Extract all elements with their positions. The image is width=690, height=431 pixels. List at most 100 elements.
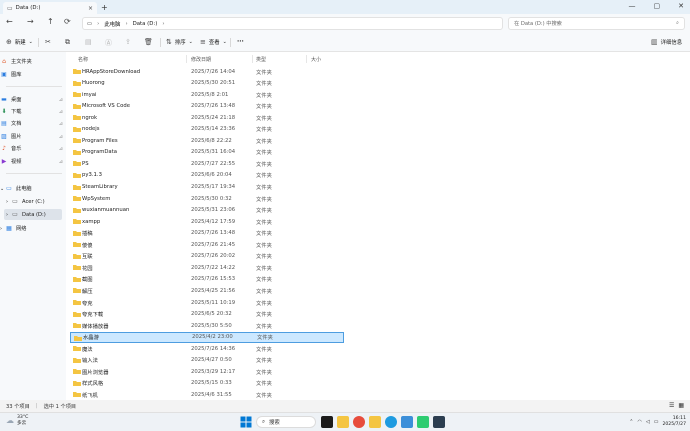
file-row[interactable]: 夸克 2025/5/11 10:19 文件夹 <box>70 297 344 308</box>
file-row[interactable]: wuxianmuannuan 2025/5/31 23:06 文件夹 <box>70 205 344 216</box>
app-icon[interactable] <box>353 416 365 428</box>
new-button[interactable]: ⊕ 新建 ⌄ <box>6 38 33 46</box>
file-row[interactable]: 截图 2025/7/26 15:53 文件夹 <box>70 274 344 285</box>
search-input[interactable]: 在 Data (D:) 中搜索 ⌕ <box>508 17 685 30</box>
new-label: 新建 <box>14 40 26 46</box>
file-row[interactable]: xampp 2025/4/12 17:59 文件夹 <box>70 216 344 227</box>
file-row[interactable]: py3.1.3 2025/6/6 20:04 文件夹 <box>70 170 344 181</box>
sidebar-item-downloads[interactable]: ⬇ 下载 ⊿ <box>0 106 66 117</box>
sidebar-item-desktop[interactable]: ▬ 桌面 ⊿ <box>0 94 66 105</box>
file-row[interactable]: 傻傻 2025/7/26 21:45 文件夹 <box>70 239 344 250</box>
refresh-icon[interactable]: ⟳ <box>64 17 71 26</box>
file-row[interactable]: ngrok 2025/5/24 21:18 文件夹 <box>70 112 344 123</box>
tab-data-drive[interactable]: ▭ Data (D:) × <box>3 2 97 14</box>
start-button[interactable] <box>240 416 252 428</box>
file-row[interactable]: PS 2025/7/27 22:55 文件夹 <box>70 158 344 169</box>
copy-button[interactable]: ⧉ <box>65 38 70 47</box>
address-bar[interactable]: ▭ › 此电脑 › Data (D:) › <box>82 17 503 30</box>
paste-button[interactable]: ▤ <box>85 38 92 46</box>
file-row[interactable]: 图片浏览器 2025/3/29 12:17 文件夹 <box>70 366 344 377</box>
sidebar-item-gallery[interactable]: ▣ 图库 <box>0 69 66 80</box>
file-row[interactable]: 样式风格 2025/5/15 0:33 文件夹 <box>70 378 344 389</box>
sidebar-item-data-drive[interactable]: › ▭ Data (D:) <box>4 209 62 220</box>
file-name: nodejs <box>82 126 100 133</box>
tab-close-icon[interactable]: × <box>88 5 93 12</box>
column-header-date[interactable]: 修改日期 <box>191 54 211 64</box>
file-row[interactable]: 媒体播放器 2025/5/30 5:50 文件夹 <box>70 320 344 331</box>
more-button[interactable]: ··· <box>237 38 244 45</box>
column-header-type[interactable]: 类型 <box>256 54 266 64</box>
clock[interactable]: 16:11 2025/7/27 <box>662 416 686 427</box>
share-button[interactable]: ⇪ <box>125 38 131 46</box>
file-date: 2025/3/29 12:17 <box>191 368 236 375</box>
up-arrow-icon[interactable]: ↑ <box>47 17 54 26</box>
app-icon[interactable] <box>401 416 413 428</box>
weather-widget[interactable]: ☁ 33°C 多云 <box>6 415 28 426</box>
app-icon[interactable] <box>433 416 445 428</box>
minimize-button[interactable]: — <box>629 2 636 10</box>
wifi-icon[interactable]: ◠ <box>637 419 641 425</box>
app-icon[interactable] <box>321 416 333 428</box>
file-row[interactable]: 插稿 2025/7/26 13:48 文件夹 <box>70 228 344 239</box>
forward-arrow-icon[interactable]: → <box>27 17 34 26</box>
file-row[interactable]: 夸克下载 2025/6/5 20:32 文件夹 <box>70 309 344 320</box>
rename-button[interactable]: Ⓐ <box>105 38 112 48</box>
sidebar-item-pictures[interactable]: ▨ 图片 ⊿ <box>0 131 66 142</box>
file-row[interactable]: 水晶游 2025/4/2 23:00 文件夹 <box>70 331 344 343</box>
file-row[interactable]: 解压 2025/4/25 21:56 文件夹 <box>70 285 344 296</box>
file-row[interactable]: Microsoft VS Code 2025/7/26 13:48 文件夹 <box>70 101 344 112</box>
file-type: 文件夹 <box>256 161 272 168</box>
edge-icon[interactable] <box>385 416 397 428</box>
file-row[interactable]: imyai 2025/5/8 2:01 文件夹 <box>70 89 344 100</box>
column-header-size[interactable]: 大小 <box>311 54 321 64</box>
sidebar-item-home[interactable]: ⌂ 主文件夹 <box>0 56 66 67</box>
breadcrumb-data-drive[interactable]: Data (D:) <box>133 21 158 27</box>
file-date: 2025/5/30 20:51 <box>191 80 236 87</box>
sidebar-item-acer-drive[interactable]: › ▭ Acer (C:) <box>0 196 66 207</box>
file-type: 文件夹 <box>256 196 272 203</box>
back-arrow-icon[interactable]: ← <box>6 17 13 26</box>
details-view-icon[interactable]: ☰ <box>669 402 674 409</box>
column-header-name[interactable]: 名称 <box>78 54 88 64</box>
file-explorer-icon[interactable] <box>337 416 349 428</box>
tiles-view-icon[interactable]: ▦ <box>678 402 684 409</box>
file-row[interactable]: 纸飞机 2025/4/6 31:55 文件夹 <box>70 389 344 400</box>
file-row[interactable]: nodejs 2025/5/14 23:36 文件夹 <box>70 124 344 135</box>
close-window-button[interactable]: ✕ <box>678 2 684 10</box>
sort-button[interactable]: ⇅ 排序 ⌄ <box>166 38 193 46</box>
weather-desc: 多云 <box>17 420 27 426</box>
details-pane-button[interactable]: ▥ 详细信息 <box>651 38 682 46</box>
taskbar-search[interactable]: ⌕ 搜索 <box>256 416 316 428</box>
cut-button[interactable]: ✂ <box>45 38 51 46</box>
folder-app-icon[interactable] <box>369 416 381 428</box>
breadcrumb-this-pc[interactable]: 此电脑 <box>104 20 120 28</box>
new-tab-button[interactable]: + <box>101 3 108 12</box>
sidebar-item-documents[interactable]: ▤ 文档 ⊿ <box>0 118 66 129</box>
chevron-up-icon[interactable]: ⌃ <box>629 419 633 425</box>
sidebar-item-this-pc[interactable]: ⌄ ▭ 此电脑 <box>0 183 66 194</box>
file-row[interactable]: 花园 2025/7/22 14:22 文件夹 <box>70 262 344 273</box>
file-date: 2025/7/26 15:53 <box>191 276 236 283</box>
sidebar-item-network[interactable]: › ▦ 网络 <box>0 223 66 234</box>
sidebar-item-music[interactable]: ♪ 音乐 ⊿ <box>0 143 66 154</box>
sidebar-item-videos[interactable]: ▶ 视频 ⊿ <box>0 156 66 167</box>
file-row[interactable]: WpSystem 2025/5/30 0:32 文件夹 <box>70 193 344 204</box>
file-row[interactable]: 互联 2025/7/26 20:02 文件夹 <box>70 251 344 262</box>
file-date: 2025/4/6 31:55 <box>191 391 232 398</box>
rename-icon: Ⓐ <box>105 39 112 47</box>
file-row[interactable]: HRAppStoreDownload 2025/7/26 14:04 文件夹 <box>70 66 344 77</box>
file-type: 文件夹 <box>256 219 272 226</box>
file-row[interactable]: 输入法 2025/4/27 0:50 文件夹 <box>70 355 344 366</box>
file-row[interactable]: 魔法 2025/7/26 14:36 文件夹 <box>70 343 344 354</box>
file-row[interactable]: ProgramData 2025/5/31 16:04 文件夹 <box>70 147 344 158</box>
view-button[interactable]: ≡ 查看 ⌄ <box>200 38 227 46</box>
app-icon[interactable] <box>417 416 429 428</box>
file-row[interactable]: SteamLibrary 2025/5/17 19:34 文件夹 <box>70 182 344 193</box>
maximize-button[interactable]: ▢ <box>654 2 661 10</box>
file-date: 2025/5/30 0:32 <box>191 195 232 202</box>
battery-icon[interactable]: ▭ <box>654 419 659 425</box>
file-row[interactable]: Program Files 2025/6/8 22:22 文件夹 <box>70 135 344 146</box>
volume-icon[interactable]: ◁ <box>646 419 650 425</box>
delete-button[interactable]: 🗑 <box>144 38 153 46</box>
file-row[interactable]: Huorong 2025/5/30 20:51 文件夹 <box>70 78 344 89</box>
